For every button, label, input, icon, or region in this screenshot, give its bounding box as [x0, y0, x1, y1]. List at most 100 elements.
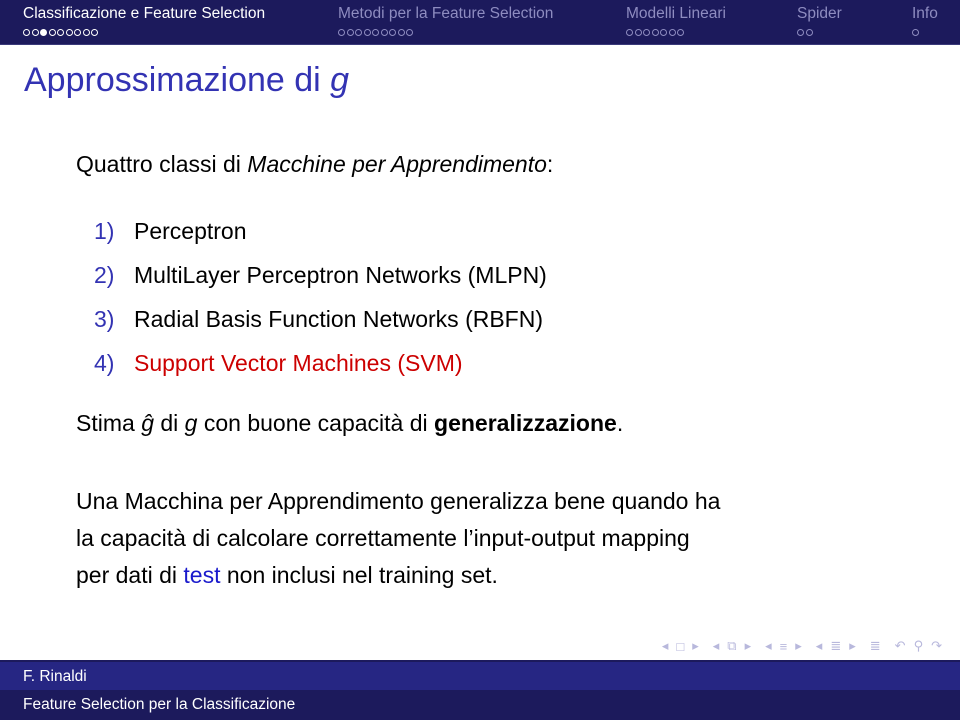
- list-item: 2) MultiLayer Perceptron Networks (MLPN): [94, 253, 547, 297]
- nav-dot[interactable]: [668, 28, 676, 36]
- nav-section-title[interactable]: Classificazione e Feature Selection: [23, 5, 265, 23]
- nav-dot[interactable]: [626, 28, 633, 36]
- nav-dot[interactable]: [65, 28, 73, 36]
- arrow-left-icon[interactable]: ◂: [662, 638, 669, 654]
- paragraph-text: per dati di: [76, 562, 184, 588]
- nav-section-title[interactable]: Metodi per la Feature Selection: [338, 5, 553, 23]
- nav-dot[interactable]: [660, 28, 667, 36]
- nav-dot-current[interactable]: [40, 28, 47, 36]
- nav-dot[interactable]: [31, 28, 39, 36]
- nav-section-info[interactable]: Info: [912, 5, 938, 37]
- nav-dot[interactable]: [805, 28, 813, 36]
- nav-dots: [797, 27, 842, 37]
- intro-suffix: :: [546, 151, 554, 177]
- nav-dot[interactable]: [91, 28, 98, 36]
- test-link[interactable]: test: [183, 562, 220, 588]
- arrow-right-icon[interactable]: ▸: [692, 638, 699, 654]
- frame-nav-group: ◂ □ ▸: [662, 638, 699, 654]
- arrow-left-icon[interactable]: ◂: [765, 638, 772, 654]
- paragraph-line: la capacità di calcolare correttamente l…: [76, 525, 690, 551]
- nav-dot[interactable]: [797, 28, 804, 36]
- list-item-text: Radial Basis Function Networks (RBFN): [134, 306, 544, 332]
- intro-prefix: Quattro classi di: [76, 151, 248, 177]
- nav-dot[interactable]: [82, 28, 90, 36]
- stima-ghat: ĝ: [141, 410, 154, 436]
- nav-dot[interactable]: [634, 28, 642, 36]
- intro-text: Quattro classi di Macchine per Apprendim…: [76, 151, 553, 178]
- nav-section-spider[interactable]: Spider: [797, 5, 842, 37]
- paragraph-line: per dati di test non inclusi nel trainin…: [76, 557, 936, 594]
- nav-dot[interactable]: [74, 28, 81, 36]
- nav-dot[interactable]: [380, 28, 388, 36]
- section-icon[interactable]: ≡: [780, 639, 788, 654]
- arrow-left-icon[interactable]: ◂: [713, 638, 720, 654]
- nav-dot[interactable]: [338, 28, 345, 36]
- nav-dot[interactable]: [346, 28, 354, 36]
- list-item: 3) Radial Basis Function Networks (RBFN): [94, 297, 547, 341]
- nav-dot[interactable]: [397, 28, 405, 36]
- nav-dot[interactable]: [406, 28, 413, 36]
- list-item-number: 2): [94, 262, 115, 288]
- list-item: 1) Perceptron: [94, 209, 547, 253]
- list-item-text: MultiLayer Perceptron Networks (MLPN): [134, 262, 547, 288]
- nav-dot[interactable]: [643, 28, 650, 36]
- nav-dot[interactable]: [372, 28, 379, 36]
- paragraph-line: Una Macchina per Apprendimento generaliz…: [76, 488, 721, 514]
- frame-title-text: Approssimazione di: [24, 61, 331, 99]
- document-icon[interactable]: ≣: [870, 638, 881, 654]
- nav-dots: [912, 27, 938, 37]
- headline-navigation: Classificazione e Feature Selection Meto…: [0, 0, 960, 45]
- nav-dot[interactable]: [677, 28, 684, 36]
- frame-title-var: g: [330, 61, 350, 99]
- list-item-alert: 4) Support Vector Machines (SVM): [94, 341, 547, 385]
- footer-author: F. Rinaldi: [0, 660, 960, 690]
- nav-section-title[interactable]: Modelli Lineari: [626, 5, 726, 23]
- nav-section-title[interactable]: Info: [912, 5, 938, 23]
- nav-dot[interactable]: [363, 28, 371, 36]
- arrow-right-icon[interactable]: ▸: [849, 638, 856, 654]
- forward-icon[interactable]: ↷: [931, 638, 942, 654]
- subsubsection-nav-group: ◂ ≣ ▸: [816, 638, 856, 654]
- nav-dot[interactable]: [48, 28, 56, 36]
- enumerated-list: 1) Perceptron 2) MultiLayer Perceptron Net…: [94, 209, 547, 385]
- stima-text: Stima: [76, 410, 142, 436]
- frame-title: Approssimazione di g: [24, 58, 349, 102]
- arrow-right-icon[interactable]: ▸: [795, 638, 802, 654]
- stima-g: g: [184, 410, 198, 436]
- nav-dot[interactable]: [389, 28, 396, 36]
- paragraph-text: non inclusi nel training set.: [220, 562, 498, 588]
- subsection-nav-group: ◂ ⧉ ▸: [713, 638, 751, 654]
- footline: F. Rinaldi Feature Selection per la Clas…: [0, 660, 960, 720]
- search-icon[interactable]: ⚲: [914, 638, 924, 654]
- stima-text: con buone capacità di: [197, 410, 435, 436]
- nav-section-classificazione[interactable]: Classificazione e Feature Selection: [23, 5, 265, 37]
- nav-dot[interactable]: [355, 28, 362, 36]
- list-item-number: 3): [94, 306, 115, 332]
- nav-dot[interactable]: [57, 28, 64, 36]
- list-item-text: Perceptron: [134, 218, 247, 244]
- list-item-text: Support Vector Machines (SVM): [134, 350, 463, 376]
- arrow-left-icon[interactable]: ◂: [816, 638, 823, 654]
- history-nav-group: ↶ ⚲ ↷: [895, 638, 942, 654]
- stima-end: .: [616, 410, 624, 436]
- back-icon[interactable]: ↶: [895, 638, 906, 654]
- beamer-navigation-symbols: ◂ □ ▸ ◂ ⧉ ▸ ◂ ≡ ▸ ◂ ≣ ▸ ≣ ↶ ⚲ ↷: [662, 638, 950, 654]
- slides-icon[interactable]: ⧉: [727, 638, 736, 654]
- document-nav-group: ≣: [870, 638, 881, 654]
- nav-section-modelli-lineari[interactable]: Modelli Lineari: [626, 5, 726, 37]
- stima-bold: generalizzazione: [434, 410, 617, 436]
- nav-dots: [23, 27, 265, 37]
- intro-emphasis: Macchine per Apprendimento: [247, 151, 547, 177]
- nav-section-metodi[interactable]: Metodi per la Feature Selection: [338, 5, 553, 37]
- stima-text: di: [153, 410, 185, 436]
- nav-dot[interactable]: [912, 28, 919, 36]
- nav-section-title[interactable]: Spider: [797, 5, 842, 23]
- arrow-right-icon[interactable]: ▸: [745, 638, 752, 654]
- list-item-number: 1): [94, 218, 115, 244]
- nav-dot[interactable]: [23, 28, 30, 36]
- nav-dot[interactable]: [651, 28, 659, 36]
- frame-icon[interactable]: □: [676, 639, 684, 654]
- section-nav-group: ◂ ≡ ▸: [765, 638, 802, 654]
- subsection-icon[interactable]: ≣: [830, 638, 841, 654]
- stima-sentence: Stima ĝ di g con buone capacità di gener…: [76, 410, 623, 437]
